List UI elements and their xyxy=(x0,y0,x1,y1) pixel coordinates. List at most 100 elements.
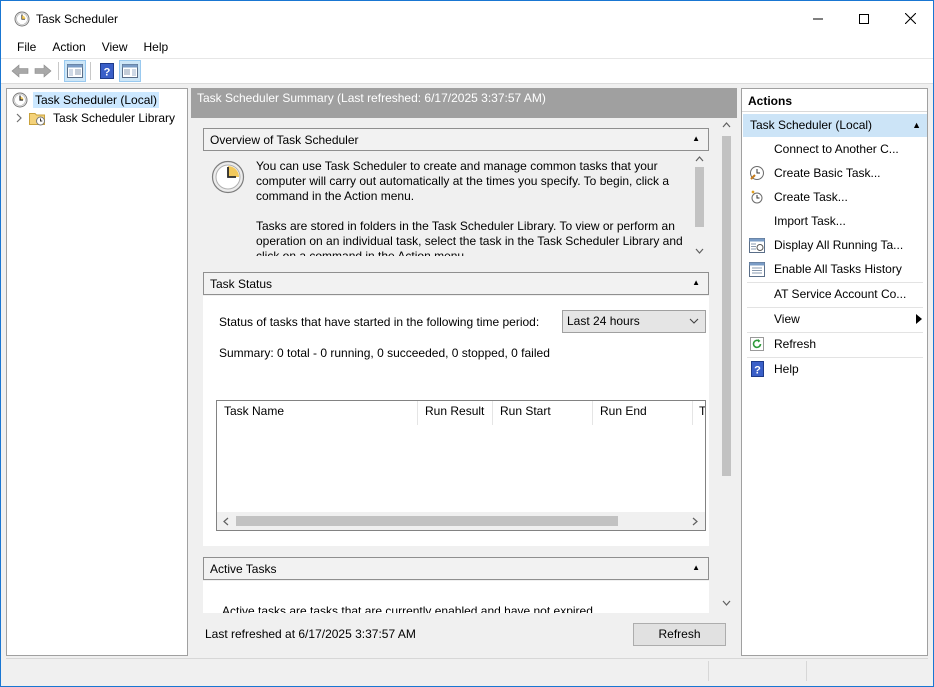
active-tasks-section-title: Active Tasks xyxy=(210,561,277,576)
blank-icon xyxy=(749,311,765,327)
toolbar: ? xyxy=(1,58,933,84)
action-label: Connect to Another C... xyxy=(774,142,899,156)
blank-icon xyxy=(749,213,765,229)
chevron-right-icon[interactable] xyxy=(15,113,23,123)
action-help[interactable]: ? Help xyxy=(742,357,924,381)
collapse-up-icon[interactable]: ▲ xyxy=(692,563,700,572)
table-header: Task Name Run Result Run Start Run End T xyxy=(217,401,705,425)
action-view-submenu[interactable]: View xyxy=(742,307,924,331)
action-at-service-account-configuration[interactable]: AT Service Account Co... xyxy=(742,282,924,306)
overview-section-title: Overview of Task Scheduler xyxy=(210,132,359,147)
column-truncated[interactable]: T xyxy=(693,401,705,425)
action-label: Import Task... xyxy=(774,214,846,228)
summary-vertical-scrollbar[interactable] xyxy=(718,118,735,613)
task-status-table: Task Name Run Result Run Start Run End T xyxy=(216,400,706,531)
task-scheduler-window: Task Scheduler File Action View Help ? T… xyxy=(0,0,934,687)
chevron-down-icon[interactable] xyxy=(695,248,704,254)
tree-item-label: Task Scheduler (Local) xyxy=(33,92,160,108)
show-hide-console-tree-button[interactable] xyxy=(64,60,86,82)
actions-group-header[interactable]: Task Scheduler (Local) ▲ xyxy=(743,114,927,137)
minimize-button[interactable] xyxy=(795,1,841,36)
tree-item-task-scheduler-library[interactable]: Task Scheduler Library xyxy=(7,109,177,127)
task-status-section-title: Task Status xyxy=(210,276,273,291)
blank-icon xyxy=(749,141,765,157)
chevron-right-icon[interactable] xyxy=(692,517,698,526)
action-label: AT Service Account Co... xyxy=(774,287,907,301)
collapse-up-icon[interactable]: ▲ xyxy=(692,278,700,287)
collapse-up-icon[interactable]: ▲ xyxy=(692,134,700,143)
window-title: Task Scheduler xyxy=(36,11,119,26)
action-display-all-running-tasks[interactable]: Display All Running Ta... xyxy=(742,233,924,257)
wizard-icon xyxy=(749,165,765,181)
column-task-name[interactable]: Task Name xyxy=(217,401,418,425)
actions-pane: Actions Task Scheduler (Local) ▲ Connect… xyxy=(741,88,928,656)
overview-scrollbar[interactable] xyxy=(691,152,708,260)
action-create-basic-task[interactable]: Create Basic Task... xyxy=(742,161,924,185)
tree-item-label: Task Scheduler Library xyxy=(53,111,176,125)
title-bar: Task Scheduler xyxy=(1,1,933,36)
overview-section-body: You can use Task Scheduler to create and… xyxy=(203,152,709,260)
time-period-label: Status of tasks that have started in the… xyxy=(219,315,540,329)
overview-paragraph-1: You can use Task Scheduler to create and… xyxy=(256,159,670,203)
menu-file[interactable]: File xyxy=(9,37,44,57)
collapse-up-icon[interactable]: ▲ xyxy=(912,120,921,130)
running-tasks-icon xyxy=(749,237,765,253)
toolbar-separator xyxy=(90,62,91,80)
maximize-button[interactable] xyxy=(841,1,887,36)
active-tasks-section-header[interactable]: Active Tasks ▲ xyxy=(203,557,709,580)
action-label: Enable All Tasks History xyxy=(774,262,902,276)
action-connect-to-another-computer[interactable]: Connect to Another C... xyxy=(742,137,924,161)
refresh-button[interactable]: Refresh xyxy=(633,623,726,646)
forward-arrow-icon xyxy=(34,64,52,78)
time-period-dropdown[interactable]: Last 24 hours xyxy=(562,310,706,333)
action-refresh[interactable]: Refresh xyxy=(742,332,924,356)
action-enable-all-tasks-history[interactable]: Enable All Tasks History xyxy=(742,257,924,281)
summary-header: Task Scheduler Summary (Last refreshed: … xyxy=(191,88,737,118)
table-scroll-thumb[interactable] xyxy=(236,516,618,526)
help-icon: ? xyxy=(749,361,765,377)
back-button[interactable] xyxy=(9,60,31,82)
action-label: Create Basic Task... xyxy=(774,166,881,180)
table-horizontal-scrollbar[interactable] xyxy=(217,512,705,530)
menu-view[interactable]: View xyxy=(94,37,136,57)
active-tasks-section-body: Active tasks are tasks that are currentl… xyxy=(203,581,709,613)
chevron-up-icon[interactable] xyxy=(695,156,704,162)
menu-help[interactable]: Help xyxy=(136,37,177,57)
history-icon xyxy=(749,261,765,277)
chevron-up-icon[interactable] xyxy=(722,122,731,128)
help-button[interactable]: ? xyxy=(96,60,118,82)
close-button[interactable] xyxy=(887,1,933,36)
status-bar-divider xyxy=(708,661,709,681)
action-pane-icon xyxy=(122,64,138,78)
summary-scroll-thumb[interactable] xyxy=(722,136,731,476)
actions-group-label: Task Scheduler (Local) xyxy=(750,118,873,132)
overview-scroll-thumb[interactable] xyxy=(695,167,704,227)
action-create-task[interactable]: Create Task... xyxy=(742,185,924,209)
overview-section-header[interactable]: Overview of Task Scheduler ▲ xyxy=(203,128,709,151)
console-tree: Task Scheduler (Local) Task Scheduler Li… xyxy=(6,88,188,656)
clock-icon xyxy=(12,92,28,108)
actions-title: Actions xyxy=(742,89,927,112)
action-label: Refresh xyxy=(774,337,817,351)
summary-pane: Task Scheduler Summary (Last refreshed: … xyxy=(191,88,737,656)
column-run-start[interactable]: Run Start xyxy=(493,401,593,425)
menu-action[interactable]: Action xyxy=(44,37,93,57)
column-run-end[interactable]: Run End xyxy=(593,401,693,425)
maximize-icon xyxy=(859,13,869,24)
action-label: Display All Running Ta... xyxy=(774,238,904,252)
tree-item-task-scheduler-local[interactable]: Task Scheduler (Local) xyxy=(7,91,160,109)
task-status-section-header[interactable]: Task Status ▲ xyxy=(203,272,709,295)
forward-button[interactable] xyxy=(32,60,54,82)
minimize-icon xyxy=(813,18,823,19)
action-label: Create Task... xyxy=(774,190,848,204)
clock-icon xyxy=(211,160,245,194)
chevron-down-icon[interactable] xyxy=(722,600,731,606)
chevron-left-icon[interactable] xyxy=(223,517,229,526)
status-bar xyxy=(6,658,928,682)
action-import-task[interactable]: Import Task... xyxy=(742,209,924,233)
action-label: Help xyxy=(774,362,799,376)
show-hide-action-pane-button[interactable] xyxy=(119,60,141,82)
refresh-icon xyxy=(749,336,765,352)
blank-icon xyxy=(749,286,765,302)
column-run-result[interactable]: Run Result xyxy=(418,401,493,425)
